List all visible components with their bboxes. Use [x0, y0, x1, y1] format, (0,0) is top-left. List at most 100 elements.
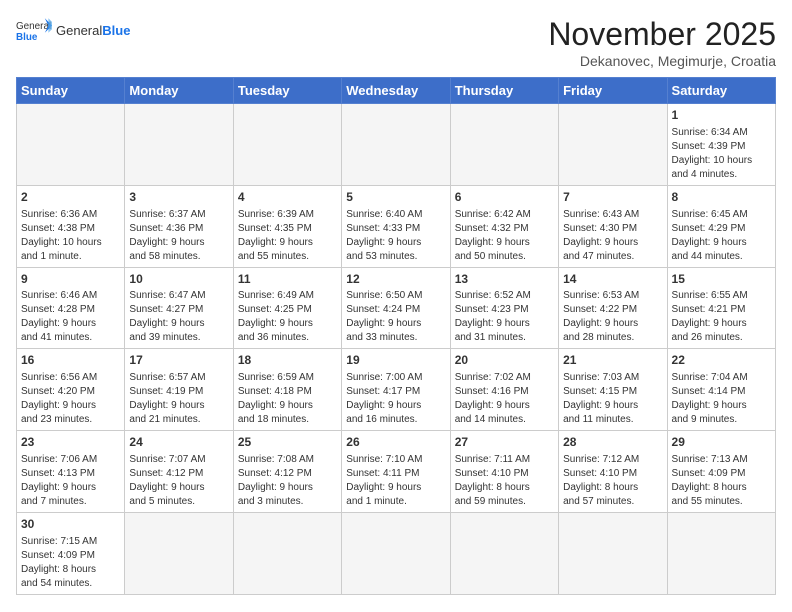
calendar-cell: 25 Sunrise: 7:08 AM Sunset: 4:12 PM Dayli…	[233, 431, 341, 513]
calendar-cell: 1 Sunrise: 6:34 AM Sunset: 4:39 PM Daylig…	[667, 104, 775, 186]
day-number: 21	[563, 352, 662, 369]
calendar-cell: 4 Sunrise: 6:39 AM Sunset: 4:35 PM Daylig…	[233, 185, 341, 267]
day-info: Sunrise: 6:39 AM Sunset: 4:35 PM Dayligh…	[238, 208, 337, 264]
calendar-cell: 27 Sunrise: 7:11 AM Sunset: 4:10 PM Dayli…	[450, 431, 558, 513]
calendar-cell: 28 Sunrise: 7:12 AM Sunset: 4:10 PM Dayli…	[559, 431, 667, 513]
header: General Blue GeneralBlue November 2025 D…	[16, 16, 776, 69]
day-number: 14	[563, 271, 662, 288]
weekday-header-friday: Friday	[559, 78, 667, 104]
day-info: Sunrise: 7:13 AM Sunset: 4:09 PM Dayligh…	[672, 453, 771, 509]
calendar-cell	[559, 104, 667, 186]
day-info: Sunrise: 7:10 AM Sunset: 4:11 PM Dayligh…	[346, 453, 445, 509]
day-info: Sunrise: 7:04 AM Sunset: 4:14 PM Dayligh…	[672, 371, 771, 427]
calendar-cell: 22Sunrise: 7:04 AM Sunset: 4:14 PM Dayli…	[667, 349, 775, 431]
calendar-table: SundayMondayTuesdayWednesdayThursdayFrid…	[16, 77, 776, 595]
calendar-cell: 12Sunrise: 6:50 AM Sunset: 4:24 PM Dayli…	[342, 267, 450, 349]
day-info: Sunrise: 6:53 AM Sunset: 4:22 PM Dayligh…	[563, 289, 662, 345]
day-number: 25	[238, 434, 337, 451]
day-info: Sunrise: 6:57 AM Sunset: 4:19 PM Dayligh…	[129, 371, 228, 427]
svg-text:General: General	[16, 21, 51, 32]
day-number: 10	[129, 271, 228, 288]
calendar-cell: 8 Sunrise: 6:45 AM Sunset: 4:29 PM Daylig…	[667, 185, 775, 267]
calendar-cell	[233, 104, 341, 186]
calendar-cell: 29 Sunrise: 7:13 AM Sunset: 4:09 PM Dayli…	[667, 431, 775, 513]
day-number: 12	[346, 271, 445, 288]
day-number: 9	[21, 271, 120, 288]
day-info: Sunrise: 7:03 AM Sunset: 4:15 PM Dayligh…	[563, 371, 662, 427]
day-info: Sunrise: 6:50 AM Sunset: 4:24 PM Dayligh…	[346, 289, 445, 345]
calendar-cell: 20 Sunrise: 7:02 AM Sunset: 4:16 PM Dayli…	[450, 349, 558, 431]
weekday-header-thursday: Thursday	[450, 78, 558, 104]
title-area: November 2025 Dekanovec, Megimurje, Croa…	[548, 16, 776, 69]
calendar-cell: 2Sunrise: 6:36 AM Sunset: 4:38 PM Daylig…	[17, 185, 125, 267]
day-info: Sunrise: 6:47 AM Sunset: 4:27 PM Dayligh…	[129, 289, 228, 345]
day-info: Sunrise: 7:15 AM Sunset: 4:09 PM Dayligh…	[21, 535, 120, 591]
day-info: Sunrise: 7:12 AM Sunset: 4:10 PM Dayligh…	[563, 453, 662, 509]
calendar-cell: 21 Sunrise: 7:03 AM Sunset: 4:15 PM Dayli…	[559, 349, 667, 431]
day-number: 3	[129, 189, 228, 206]
location-subtitle: Dekanovec, Megimurje, Croatia	[548, 53, 776, 69]
logo-general: GeneralBlue	[56, 23, 130, 38]
calendar-cell: 23 Sunrise: 7:06 AM Sunset: 4:13 PM Dayli…	[17, 431, 125, 513]
day-number: 29	[672, 434, 771, 451]
calendar-cell: 11Sunrise: 6:49 AM Sunset: 4:25 PM Dayli…	[233, 267, 341, 349]
day-number: 23	[21, 434, 120, 451]
day-number: 20	[455, 352, 554, 369]
calendar-cell: 26 Sunrise: 7:10 AM Sunset: 4:11 PM Dayli…	[342, 431, 450, 513]
day-info: Sunrise: 7:08 AM Sunset: 4:12 PM Dayligh…	[238, 453, 337, 509]
day-info: Sunrise: 6:45 AM Sunset: 4:29 PM Dayligh…	[672, 208, 771, 264]
day-number: 13	[455, 271, 554, 288]
calendar-cell: 30 Sunrise: 7:15 AM Sunset: 4:09 PM Dayli…	[17, 512, 125, 594]
day-number: 24	[129, 434, 228, 451]
day-info: Sunrise: 6:34 AM Sunset: 4:39 PM Dayligh…	[672, 126, 771, 182]
day-number: 15	[672, 271, 771, 288]
weekday-header-monday: Monday	[125, 78, 233, 104]
week-row-3: 9Sunrise: 6:46 AM Sunset: 4:28 PM Daylig…	[17, 267, 776, 349]
calendar-cell: 5Sunrise: 6:40 AM Sunset: 4:33 PM Daylig…	[342, 185, 450, 267]
calendar-cell: 16Sunrise: 6:56 AM Sunset: 4:20 PM Dayli…	[17, 349, 125, 431]
calendar-cell	[342, 512, 450, 594]
day-info: Sunrise: 7:11 AM Sunset: 4:10 PM Dayligh…	[455, 453, 554, 509]
svg-text:Blue: Blue	[16, 32, 38, 43]
day-info: Sunrise: 6:49 AM Sunset: 4:25 PM Dayligh…	[238, 289, 337, 345]
calendar-cell	[342, 104, 450, 186]
day-number: 27	[455, 434, 554, 451]
day-number: 17	[129, 352, 228, 369]
calendar-cell	[450, 104, 558, 186]
day-number: 28	[563, 434, 662, 451]
day-number: 7	[563, 189, 662, 206]
day-number: 8	[672, 189, 771, 206]
week-row-2: 2Sunrise: 6:36 AM Sunset: 4:38 PM Daylig…	[17, 185, 776, 267]
weekday-header-saturday: Saturday	[667, 78, 775, 104]
day-number: 26	[346, 434, 445, 451]
calendar-cell: 9Sunrise: 6:46 AM Sunset: 4:28 PM Daylig…	[17, 267, 125, 349]
calendar-cell	[667, 512, 775, 594]
calendar-cell: 7Sunrise: 6:43 AM Sunset: 4:30 PM Daylig…	[559, 185, 667, 267]
calendar-cell	[233, 512, 341, 594]
weekday-header-row: SundayMondayTuesdayWednesdayThursdayFrid…	[17, 78, 776, 104]
day-number: 30	[21, 516, 120, 533]
day-number: 1	[672, 107, 771, 124]
weekday-header-wednesday: Wednesday	[342, 78, 450, 104]
calendar-cell: 10Sunrise: 6:47 AM Sunset: 4:27 PM Dayli…	[125, 267, 233, 349]
day-info: Sunrise: 6:46 AM Sunset: 4:28 PM Dayligh…	[21, 289, 120, 345]
day-number: 5	[346, 189, 445, 206]
logo-icon: General Blue	[16, 16, 52, 44]
logo: General Blue GeneralBlue	[16, 16, 130, 44]
day-info: Sunrise: 7:02 AM Sunset: 4:16 PM Dayligh…	[455, 371, 554, 427]
day-info: Sunrise: 6:55 AM Sunset: 4:21 PM Dayligh…	[672, 289, 771, 345]
calendar-cell: 13Sunrise: 6:52 AM Sunset: 4:23 PM Dayli…	[450, 267, 558, 349]
calendar-cell: 6Sunrise: 6:42 AM Sunset: 4:32 PM Daylig…	[450, 185, 558, 267]
calendar-cell	[17, 104, 125, 186]
day-number: 2	[21, 189, 120, 206]
week-row-4: 16Sunrise: 6:56 AM Sunset: 4:20 PM Dayli…	[17, 349, 776, 431]
calendar-cell	[450, 512, 558, 594]
day-number: 4	[238, 189, 337, 206]
day-number: 6	[455, 189, 554, 206]
day-info: Sunrise: 7:06 AM Sunset: 4:13 PM Dayligh…	[21, 453, 120, 509]
week-row-6: 30 Sunrise: 7:15 AM Sunset: 4:09 PM Dayli…	[17, 512, 776, 594]
calendar-cell: 18Sunrise: 6:59 AM Sunset: 4:18 PM Dayli…	[233, 349, 341, 431]
day-info: Sunrise: 6:59 AM Sunset: 4:18 PM Dayligh…	[238, 371, 337, 427]
calendar-cell: 14Sunrise: 6:53 AM Sunset: 4:22 PM Dayli…	[559, 267, 667, 349]
calendar-cell: 15Sunrise: 6:55 AM Sunset: 4:21 PM Dayli…	[667, 267, 775, 349]
